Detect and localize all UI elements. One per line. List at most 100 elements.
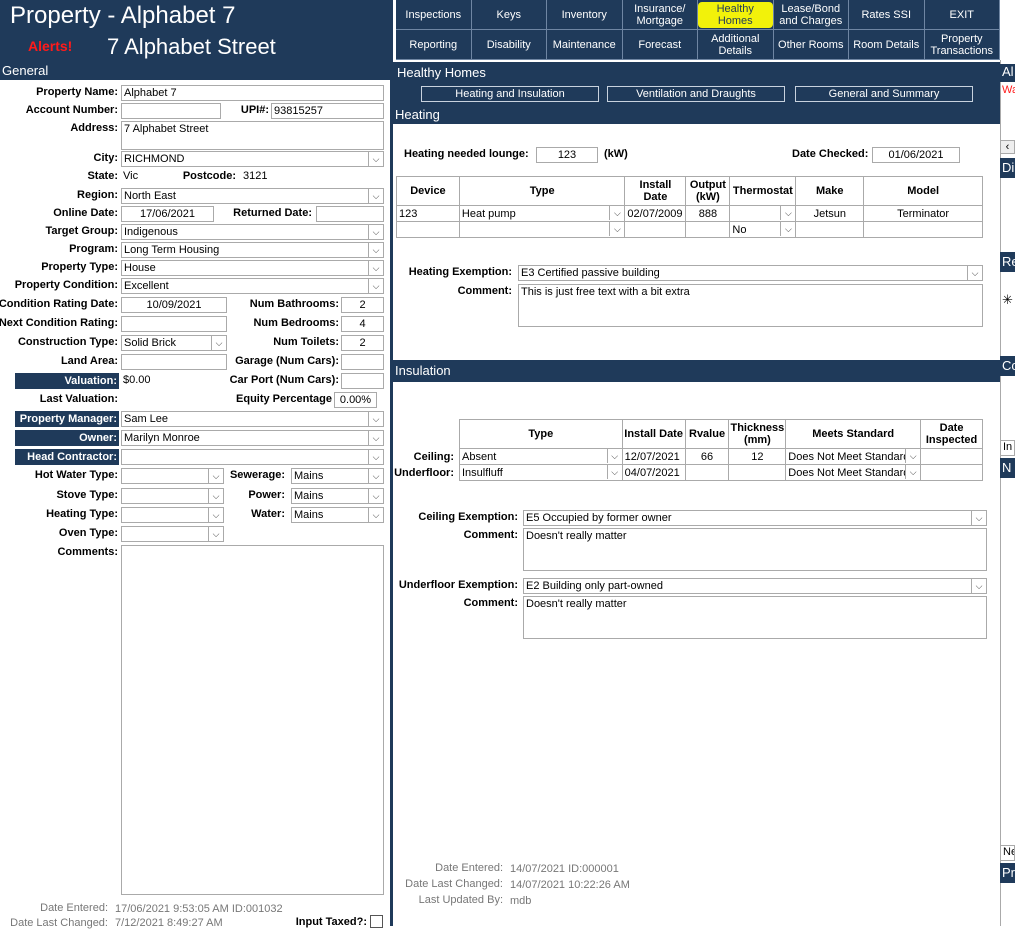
chevron-down-icon[interactable]: ⌵ — [609, 222, 624, 236]
nav-additional-details-button[interactable]: Additional Details — [698, 30, 774, 60]
chevron-down-icon[interactable]: ⌵ — [368, 469, 383, 483]
chevron-down-icon[interactable]: ⌵ — [368, 489, 383, 503]
make-cell[interactable]: Jetsun — [795, 205, 865, 222]
install-date-cell[interactable]: 04/07/2021 — [621, 464, 686, 481]
chevron-down-icon[interactable]: ⌵ — [368, 225, 383, 239]
hot-water-type-select[interactable]: ⌵ — [121, 468, 224, 484]
water-select[interactable]: Mains ⌵ — [291, 507, 384, 523]
ceiling-exemption-select[interactable]: E5 Occupied by former owner ⌵ — [523, 510, 987, 526]
sewerage-select[interactable]: Mains ⌵ — [291, 468, 384, 484]
date-inspected-cell[interactable] — [920, 448, 983, 465]
nav-room-details-button[interactable]: Room Details — [849, 30, 925, 60]
tab-general-summary[interactable]: General and Summary — [795, 86, 973, 102]
install-date-cell[interactable]: 02/07/2009 — [624, 205, 687, 222]
type-cell[interactable]: Heat pump ⌵ — [458, 205, 626, 222]
ceiling-comment-field[interactable]: Doesn't really matter — [523, 528, 987, 571]
num-bedrooms-field[interactable]: 4 — [341, 316, 384, 332]
make-cell[interactable] — [795, 221, 865, 238]
nav-maintenance-button[interactable]: Maintenance — [547, 30, 623, 60]
chevron-down-icon[interactable]: ⌵ — [780, 206, 795, 220]
car-port-field[interactable] — [341, 373, 384, 389]
num-bathrooms-field[interactable]: 2 — [341, 297, 384, 313]
chevron-down-icon[interactable]: ⌵ — [971, 579, 986, 593]
chevron-down-icon[interactable]: ⌵ — [208, 527, 223, 541]
rvalue-cell[interactable]: 66 — [684, 448, 730, 465]
head-contractor-label[interactable]: Head Contractor: — [15, 449, 119, 465]
chevron-down-icon[interactable]: ⌵ — [606, 465, 622, 479]
device-cell[interactable] — [396, 221, 460, 238]
online-date-field[interactable]: 17/06/2021 — [121, 206, 214, 222]
chevron-down-icon[interactable]: ⌵ — [609, 206, 624, 220]
nav-reporting-button[interactable]: Reporting — [396, 30, 472, 60]
table-row[interactable]: Insulfluff ⌵ 04/07/2021 Does Not Meet Sta… — [459, 464, 983, 481]
type-cell[interactable]: Absent ⌵ — [459, 448, 623, 465]
right-panel-field[interactable]: Ne — [1000, 845, 1015, 861]
property-type-select[interactable]: House ⌵ — [121, 260, 384, 276]
target-group-select[interactable]: Indigenous ⌵ — [121, 224, 384, 240]
property-name-field[interactable]: Alphabet 7 — [121, 85, 384, 101]
nav-forecast-button[interactable]: Forecast — [622, 30, 698, 60]
nav-disability-button[interactable]: Disability — [471, 30, 547, 60]
nav-inspections-button[interactable]: Inspections — [396, 0, 472, 30]
heating-needed-field[interactable]: 123 — [536, 147, 598, 163]
num-toilets-field[interactable]: 2 — [341, 335, 384, 351]
install-date-cell[interactable]: 12/07/2021 — [621, 448, 686, 465]
comments-field[interactable] — [121, 545, 384, 895]
stove-type-select[interactable]: ⌵ — [121, 488, 224, 504]
head-contractor-select[interactable]: ⌵ — [121, 449, 384, 465]
table-row[interactable]: ⌵ No ⌵ — [396, 221, 983, 238]
region-select[interactable]: North East ⌵ — [121, 188, 384, 204]
alerts-link[interactable]: Alerts! — [28, 38, 72, 54]
chevron-down-icon[interactable]: ⌵ — [967, 266, 982, 280]
input-taxed-checkbox[interactable] — [370, 915, 383, 928]
chevron-down-icon[interactable]: ⌵ — [368, 431, 383, 445]
chevron-down-icon[interactable]: ⌵ — [905, 449, 920, 463]
type-cell[interactable]: ⌵ — [458, 221, 626, 238]
account-number-field[interactable] — [121, 103, 221, 119]
oven-type-select[interactable]: ⌵ — [121, 526, 224, 542]
construction-type-select[interactable]: Solid Brick ⌵ — [121, 335, 227, 351]
chevron-down-icon[interactable]: ⌵ — [606, 449, 622, 463]
nav-exit-button[interactable]: EXIT — [924, 0, 1000, 30]
chevron-down-icon[interactable]: ⌵ — [780, 222, 795, 236]
thermostat-cell[interactable]: No ⌵ — [729, 221, 797, 238]
property-condition-select[interactable]: Excellent ⌵ — [121, 278, 384, 294]
date-checked-field[interactable]: 01/06/2021 — [872, 147, 960, 163]
tab-ventilation-draughts[interactable]: Ventilation and Draughts — [607, 86, 785, 102]
valuation-label[interactable]: Valuation: — [15, 373, 119, 389]
thickness-cell[interactable]: 12 — [728, 448, 787, 465]
chevron-left-icon[interactable]: ‹ — [1000, 140, 1015, 154]
nav-healthy-homes-button[interactable]: Healthy Homes — [698, 0, 774, 30]
condition-rating-date-field[interactable]: 10/09/2021 — [121, 297, 227, 313]
chevron-down-icon[interactable]: ⌵ — [208, 508, 223, 522]
chevron-down-icon[interactable]: ⌵ — [368, 189, 383, 203]
rvalue-cell[interactable] — [684, 464, 730, 481]
owner-label[interactable]: Owner: — [15, 430, 119, 446]
city-select[interactable]: RICHMOND ⌵ — [121, 151, 384, 167]
garage-field[interactable] — [341, 354, 384, 370]
output-cell[interactable] — [685, 221, 731, 238]
upi-field[interactable]: 93815257 — [271, 103, 384, 119]
property-manager-select[interactable]: Sam Lee ⌵ — [121, 411, 384, 427]
chevron-down-icon[interactable]: ⌵ — [368, 261, 383, 275]
table-row[interactable]: Absent ⌵ 12/07/2021 66 12 Does Not Meet S… — [459, 448, 983, 465]
underfloor-comment-field[interactable]: Doesn't really matter — [523, 596, 987, 639]
nav-property-transactions-button[interactable]: Property Transactions — [924, 30, 1000, 60]
device-cell[interactable]: 123 — [396, 205, 460, 222]
tab-heating-insulation[interactable]: Heating and Insulation — [421, 86, 599, 102]
returned-date-field[interactable] — [316, 206, 384, 222]
power-select[interactable]: Mains ⌵ — [291, 488, 384, 504]
date-inspected-cell[interactable] — [920, 464, 983, 481]
chevron-down-icon[interactable]: ⌵ — [368, 152, 383, 166]
chevron-down-icon[interactable]: ⌵ — [368, 450, 383, 464]
right-panel-field[interactable]: In — [1000, 440, 1015, 456]
heating-comment-field[interactable]: This is just free text with a bit extra — [518, 284, 983, 327]
output-cell[interactable]: 888 — [685, 205, 731, 222]
install-date-cell[interactable] — [624, 221, 687, 238]
nav-other-rooms-button[interactable]: Other Rooms — [773, 30, 849, 60]
chevron-down-icon[interactable]: ⌵ — [368, 508, 383, 522]
program-select[interactable]: Long Term Housing ⌵ — [121, 242, 384, 258]
model-cell[interactable] — [863, 221, 983, 238]
chevron-down-icon[interactable]: ⌵ — [971, 511, 986, 525]
chevron-down-icon[interactable]: ⌵ — [208, 489, 223, 503]
